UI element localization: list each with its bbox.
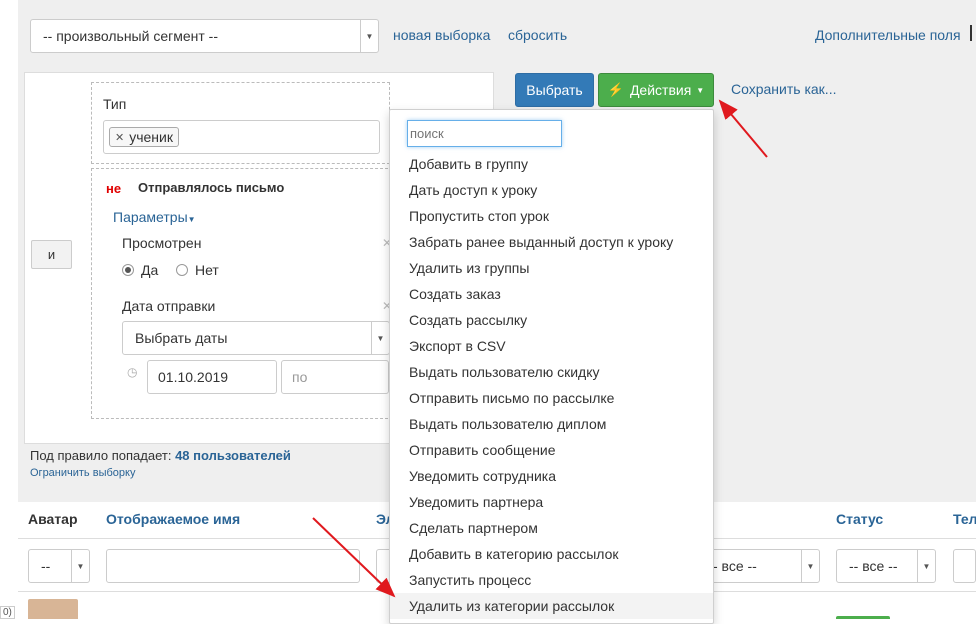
arrow-to-remove-category: [312, 517, 396, 598]
arrow-to-actions: [718, 99, 768, 158]
annotation-arrows: [312, 99, 768, 598]
